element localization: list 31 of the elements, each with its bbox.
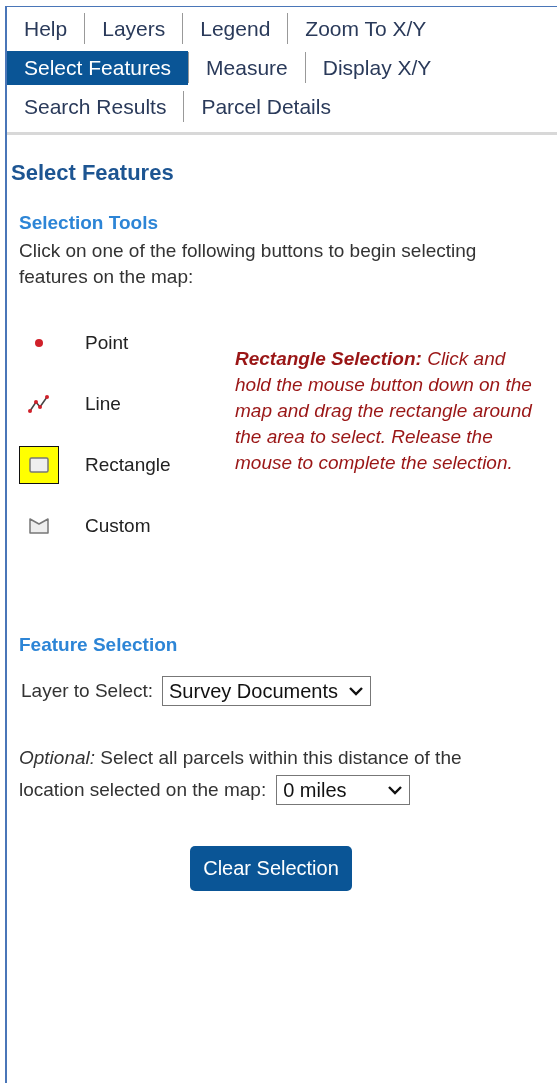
distance-text: location selected on the map: — [19, 778, 267, 802]
tab[interactable]: Display X/Y — [305, 50, 449, 85]
tab[interactable]: Help — [7, 11, 85, 46]
dot-icon — [35, 338, 43, 347]
clear-selection-button[interactable]: Clear Selection — [190, 846, 352, 891]
tool-label: Point — [85, 331, 129, 354]
tab[interactable]: Search Results — [7, 89, 184, 124]
tool-label: Rectangle — [85, 453, 171, 476]
tool-label: Custom — [85, 514, 151, 537]
tab[interactable]: Legend — [183, 11, 288, 46]
selection-description: Rectangle Selection: Click and hold the mouse button down on the map and drag the rectangle around the area to select. Release the mouse to complete the selection. — [235, 347, 534, 475]
tool-label: Line — [85, 392, 121, 415]
tab[interactable]: Parcel Details — [184, 89, 348, 124]
rectangle-tool-button[interactable] — [19, 445, 59, 484]
polyline-icon — [27, 392, 51, 415]
layer-label: Layer to Select: — [21, 680, 154, 702]
tab[interactable]: Layers — [85, 11, 183, 46]
layer-dropdown[interactable]: Survey Documents — [162, 676, 371, 706]
section-heading: Feature Selection — [19, 634, 179, 656]
section-heading: Selection Tools — [19, 212, 159, 234]
distance-text: Optional: Select all parcels within this distance of the — [19, 746, 463, 770]
panel-title: Select Features — [11, 160, 175, 186]
envelope-icon — [28, 516, 50, 535]
rectangle-icon — [28, 455, 50, 474]
chevron-down-icon — [386, 784, 403, 796]
tab[interactable]: Zoom To X/Y — [288, 11, 444, 46]
tab[interactable]: Measure — [189, 50, 305, 85]
intro-text: Click on one of the following buttons to begin selecting features on the map: — [19, 239, 478, 289]
distance-dropdown[interactable]: 0 miles — [276, 775, 410, 805]
chevron-down-icon — [348, 685, 364, 697]
tab[interactable]: Select Features — [7, 50, 189, 85]
